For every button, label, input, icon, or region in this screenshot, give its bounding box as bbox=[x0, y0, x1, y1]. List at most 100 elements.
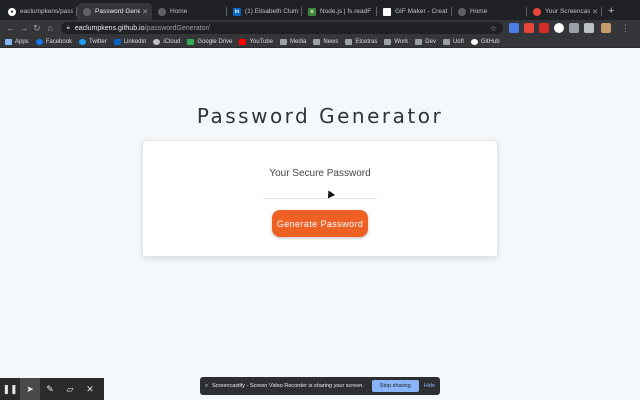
bookmark-news[interactable]: News bbox=[313, 38, 339, 45]
folder-icon bbox=[442, 38, 450, 45]
bookmark-facebook[interactable]: Facebook bbox=[35, 38, 73, 45]
globe-icon bbox=[83, 7, 91, 16]
linkedin-icon: in bbox=[233, 7, 241, 16]
extension-puzzle-icon[interactable] bbox=[569, 23, 579, 33]
bookmark-twitter[interactable]: Twitter bbox=[79, 38, 107, 45]
extension-star-icon[interactable] bbox=[584, 23, 594, 33]
page-content: Password Generator Your Secure Password … bbox=[0, 49, 640, 400]
tab-home-2[interactable]: Home bbox=[452, 3, 527, 20]
folder-icon bbox=[384, 38, 392, 45]
bookmark-linkedin[interactable]: LinkedIn bbox=[113, 38, 146, 45]
bookmark-label: Dev bbox=[425, 38, 436, 45]
pause-icon[interactable]: ❚❚ bbox=[0, 378, 20, 400]
tab-title: Password Genera bbox=[95, 8, 141, 15]
bookmark-label: Work bbox=[394, 38, 409, 45]
linkedin-icon bbox=[113, 38, 121, 45]
eraser-icon[interactable]: ▱ bbox=[60, 378, 80, 400]
reload-icon[interactable]: ↻ bbox=[30, 20, 43, 36]
folder-icon bbox=[415, 38, 423, 45]
tab-title: Node.js | fs.readF bbox=[320, 8, 372, 15]
folder-icon bbox=[280, 38, 288, 45]
bookmark-label: Twitter bbox=[89, 38, 107, 45]
chrome-menu-icon[interactable]: ⋮ bbox=[621, 23, 631, 33]
profile-avatar[interactable] bbox=[601, 23, 611, 33]
bookmark-label: Media bbox=[290, 38, 307, 45]
close-tab-icon[interactable]: ✕ bbox=[592, 8, 598, 16]
tab-title: Your Screencastify bbox=[545, 8, 591, 15]
tab-password-generator[interactable]: Password Genera ✕ bbox=[77, 3, 152, 20]
password-card: Your Secure Password Generate Password bbox=[142, 140, 498, 257]
tab-gif-maker[interactable]: GIF Maker - Creat bbox=[377, 3, 452, 20]
url-path: /passwordGenerator/ bbox=[144, 24, 210, 32]
google-drive-icon bbox=[187, 38, 195, 45]
screencastify-icon bbox=[533, 7, 541, 16]
back-arrow-icon[interactable]: ← bbox=[4, 20, 17, 36]
bookmark-media[interactable]: Media bbox=[280, 38, 307, 45]
bookmark-work[interactable]: Work bbox=[384, 38, 409, 45]
tab-screencastify[interactable]: Your Screencastify ✕ bbox=[527, 3, 602, 20]
pointer-icon[interactable]: ➤ bbox=[20, 378, 40, 400]
screen-sharing-banner: ⏸ Screencastify - Screen Video Recorder … bbox=[200, 377, 440, 395]
sharing-message: Screencastify - Screen Video Recorder is… bbox=[212, 383, 364, 389]
extension-blue-icon[interactable] bbox=[509, 23, 519, 33]
drag-handle-icon[interactable]: ⏸ bbox=[205, 383, 208, 390]
close-tab-icon[interactable]: ✕ bbox=[142, 8, 148, 16]
bookmark-label: iCloud bbox=[163, 38, 181, 45]
card-title: Your Secure Password bbox=[269, 168, 371, 179]
address-bar[interactable]: 🔒︎ eaclumpkens.github.io /passwordGenera… bbox=[60, 22, 503, 34]
github-icon bbox=[470, 38, 478, 45]
bookmark-uofi[interactable]: UofI bbox=[442, 38, 464, 45]
pen-icon[interactable]: ✎ bbox=[40, 378, 60, 400]
bookmark-google-drive[interactable]: Google Drive bbox=[187, 38, 233, 45]
bookmark-star-icon[interactable]: ☆ bbox=[490, 24, 497, 33]
bookmark-etcetras[interactable]: Etcetras bbox=[345, 38, 377, 45]
youtube-icon bbox=[239, 38, 247, 45]
extensions-area: ⋮ bbox=[509, 23, 636, 33]
forward-arrow-icon[interactable]: → bbox=[17, 20, 30, 36]
bookmark-github[interactable]: GitHub bbox=[470, 38, 500, 45]
stop-sharing-button[interactable]: Stop sharing bbox=[371, 380, 419, 392]
twitter-icon bbox=[79, 38, 87, 45]
tab-nodejs[interactable]: n Node.js | fs.readF bbox=[302, 3, 377, 20]
globe-icon bbox=[458, 7, 466, 16]
globe-icon bbox=[158, 7, 166, 16]
bookmark-label: GitHub bbox=[480, 38, 500, 45]
tab-title: GIF Maker - Creat bbox=[395, 8, 448, 15]
bookmark-dev[interactable]: Dev bbox=[415, 38, 436, 45]
tab-title: (1) Elisabeth Clum bbox=[245, 8, 298, 15]
bookmark-label: News bbox=[323, 38, 339, 45]
extension-red-icon[interactable] bbox=[524, 23, 534, 33]
password-output-field[interactable] bbox=[263, 185, 377, 199]
browser-toolbar: ← → ↻ ⌂ 🔒︎ eaclumpkens.github.io /passwo… bbox=[0, 20, 640, 36]
bookmark-label: Google Drive bbox=[197, 38, 233, 45]
folder-icon bbox=[313, 38, 321, 45]
apps-icon bbox=[5, 38, 12, 45]
bookmark-label: YouTube bbox=[249, 38, 274, 45]
gif-icon bbox=[383, 7, 391, 16]
bookmark-label: Facebook bbox=[45, 38, 73, 45]
browser-tab-strip: ● eaclumpkens/pass Password Genera ✕ Hom… bbox=[0, 0, 640, 20]
bookmarks-bar: Apps Facebook Twitter LinkedIn iCloud Go… bbox=[0, 36, 640, 48]
tab-title: Home bbox=[170, 8, 188, 15]
apple-icon bbox=[153, 38, 161, 45]
close-icon[interactable]: ✕ bbox=[80, 378, 100, 400]
facebook-icon bbox=[35, 38, 43, 45]
generate-password-button[interactable]: Generate Password bbox=[272, 210, 368, 237]
tab-title: Home bbox=[470, 8, 488, 15]
github-icon: ● bbox=[8, 7, 16, 16]
tab-title: eaclumpkens/pass bbox=[20, 8, 73, 15]
tab-home[interactable]: Home bbox=[152, 3, 227, 20]
extension-lastpass-icon[interactable] bbox=[539, 23, 549, 33]
new-tab-button[interactable]: + bbox=[602, 3, 620, 20]
extension-face-icon[interactable] bbox=[554, 23, 564, 33]
page-title: Password Generator bbox=[196, 104, 444, 128]
bookmark-apps[interactable]: Apps bbox=[5, 38, 29, 45]
tab-linkedin[interactable]: in (1) Elisabeth Clum bbox=[227, 3, 302, 20]
hide-banner-link[interactable]: Hide bbox=[424, 383, 435, 389]
home-icon[interactable]: ⌂ bbox=[43, 20, 56, 36]
bookmark-youtube[interactable]: YouTube bbox=[239, 38, 274, 45]
folder-icon bbox=[345, 38, 353, 45]
tab-github-repo[interactable]: ● eaclumpkens/pass bbox=[2, 3, 77, 20]
bookmark-icloud[interactable]: iCloud bbox=[153, 38, 181, 45]
screencastify-toolbar: ❚❚ ➤ ✎ ▱ ✕ bbox=[0, 378, 104, 400]
